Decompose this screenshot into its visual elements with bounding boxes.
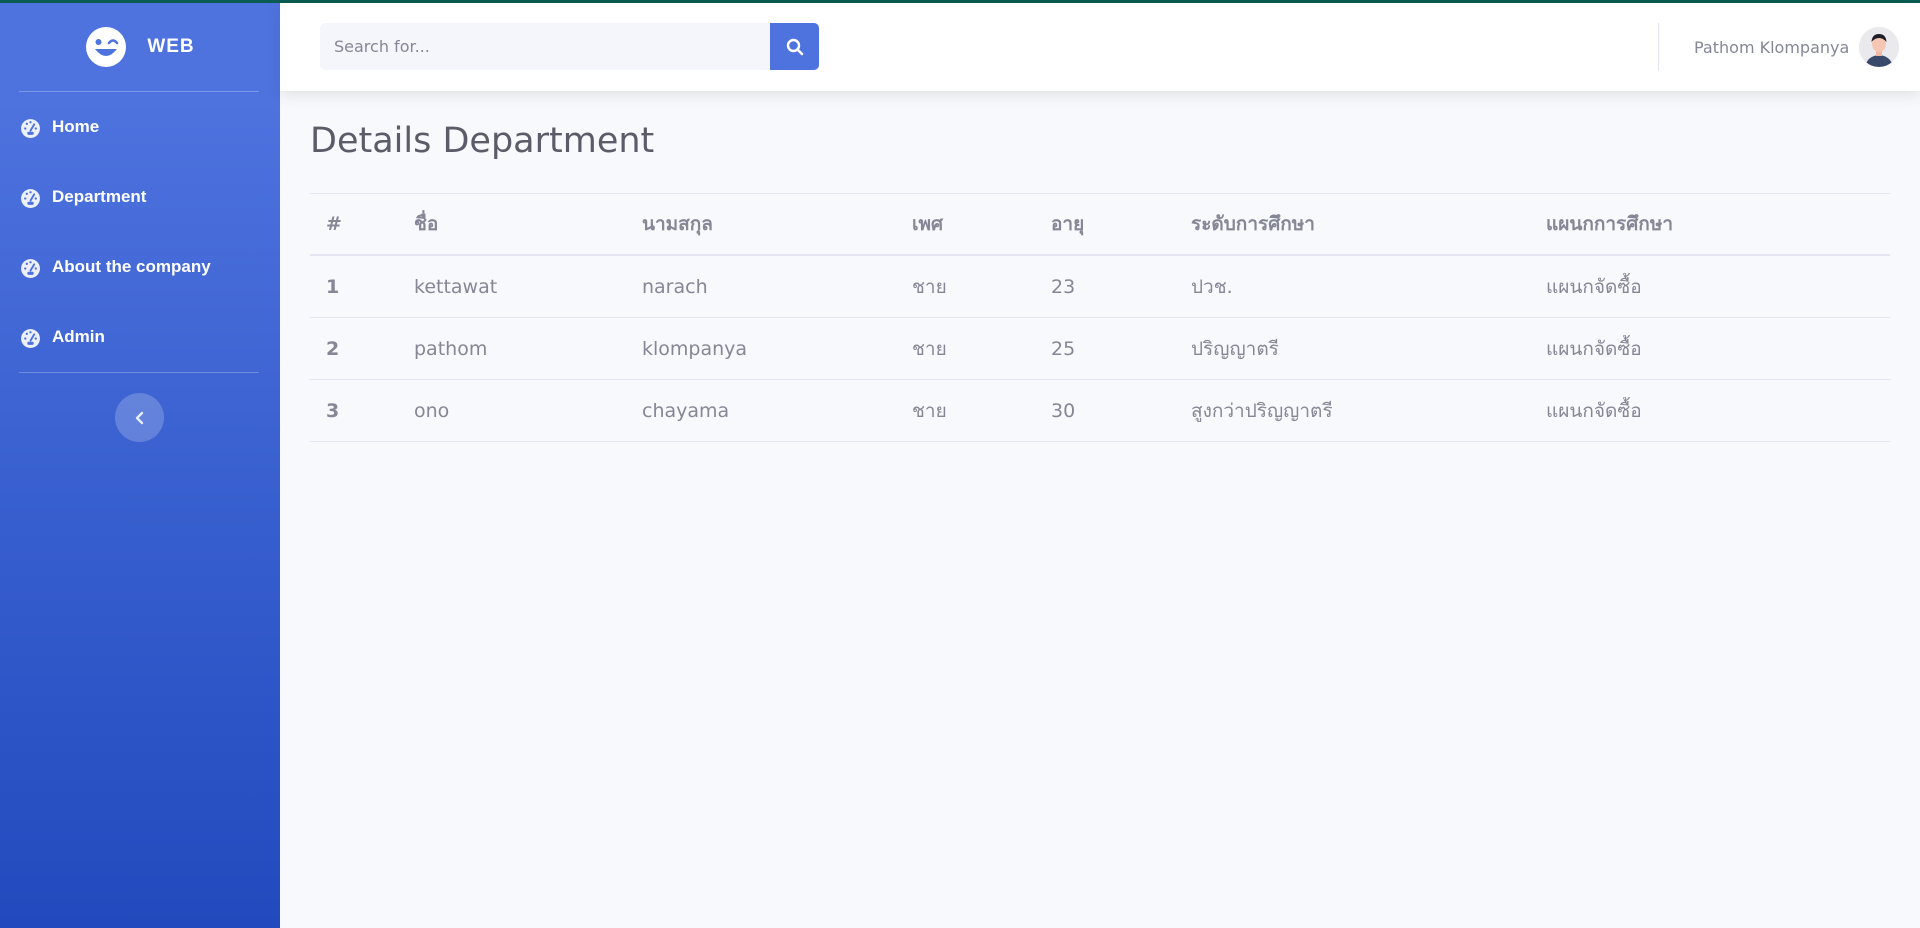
sidebar-item-label: Home bbox=[52, 117, 100, 136]
sidebar-divider bbox=[19, 91, 259, 92]
page-title: Details Department bbox=[310, 121, 655, 161]
sidebar-item-label: Department bbox=[52, 187, 147, 206]
table-cell: แผนกจัดซื้อ bbox=[1530, 317, 1890, 380]
table-cell: แผนกจัดซื้อ bbox=[1530, 255, 1890, 318]
user-menu[interactable]: Pathom Klompanya bbox=[1694, 27, 1900, 67]
sidebar-item-home[interactable]: Home bbox=[20, 112, 99, 142]
sidebar: WEB Home Department About the company Ad… bbox=[0, 3, 280, 928]
laugh-wink-icon bbox=[86, 27, 127, 67]
table-row: 1 kettawat narach ชาย 23 ปวช. แผนกจัดซื้… bbox=[310, 255, 1890, 318]
topbar: Pathom Klompanya bbox=[280, 3, 1920, 91]
user-name: Pathom Klompanya bbox=[1694, 37, 1850, 57]
column-header: แผนกการศึกษา bbox=[1530, 193, 1890, 256]
table-cell: 30 bbox=[1035, 379, 1175, 442]
column-header: อายุ bbox=[1035, 193, 1175, 256]
sidebar-item-admin[interactable]: Admin bbox=[20, 322, 105, 352]
sidebar-item-department[interactable]: Department bbox=[20, 182, 146, 212]
sidebar-brand[interactable]: WEB bbox=[0, 3, 280, 91]
main-content: Pathom Klompanya Details Department # ชื… bbox=[280, 3, 1920, 928]
table-cell: 2 bbox=[310, 317, 398, 380]
search-button[interactable] bbox=[770, 23, 819, 70]
tachometer-icon bbox=[21, 328, 40, 348]
table-cell: ชาย bbox=[896, 255, 1035, 318]
user-avatar-icon bbox=[1859, 27, 1900, 67]
tachometer-icon bbox=[21, 188, 40, 208]
table-cell: 25 bbox=[1035, 317, 1175, 380]
column-header: # bbox=[310, 193, 398, 256]
column-header: ชื่อ bbox=[398, 193, 626, 256]
chevron-left-icon bbox=[135, 411, 143, 424]
column-header: เพศ bbox=[896, 193, 1035, 256]
search-bar bbox=[320, 23, 820, 70]
table-cell: ชาย bbox=[896, 317, 1035, 380]
table-header-row: # ชื่อ นามสกุล เพศ อายุ ระดับการศึกษา แผ… bbox=[310, 193, 1890, 256]
tachometer-icon bbox=[21, 258, 40, 278]
table-cell: 3 bbox=[310, 379, 398, 442]
table-cell: ปวช. bbox=[1175, 255, 1530, 318]
table-cell: แผนกจัดซื้อ bbox=[1530, 379, 1890, 442]
brand-name: WEB bbox=[147, 36, 195, 57]
table-row: 3 ono chayama ชาย 30 สูงกว่าปริญญาตรี แผ… bbox=[310, 379, 1890, 442]
topbar-divider bbox=[1658, 23, 1659, 71]
table-row: 2 pathom klompanya ชาย 25 ปริญญาตรี แผนก… bbox=[310, 317, 1890, 380]
sidebar-item-about-company[interactable]: About the company bbox=[20, 252, 211, 282]
table-cell: klompanya bbox=[626, 317, 896, 380]
table-cell: ono bbox=[398, 379, 626, 442]
column-header: ระดับการศึกษา bbox=[1175, 193, 1530, 256]
table-cell: 23 bbox=[1035, 255, 1175, 318]
table-cell: ชาย bbox=[896, 379, 1035, 442]
table-cell: 1 bbox=[310, 255, 398, 318]
table-cell: narach bbox=[626, 255, 896, 318]
table-cell: ปริญญาตรี bbox=[1175, 317, 1530, 380]
table-cell: chayama bbox=[626, 379, 896, 442]
table-cell: kettawat bbox=[398, 255, 626, 318]
table-cell: สูงกว่าปริญญาตรี bbox=[1175, 379, 1530, 442]
sidebar-item-label: Admin bbox=[52, 327, 105, 346]
sidebar-toggle-button[interactable] bbox=[115, 393, 164, 442]
sidebar-item-label: About the company bbox=[52, 257, 211, 276]
search-input[interactable] bbox=[320, 23, 770, 70]
table-cell: pathom bbox=[398, 317, 626, 380]
department-table: # ชื่อ นามสกุล เพศ อายุ ระดับการศึกษา แผ… bbox=[310, 193, 1890, 442]
search-icon bbox=[786, 38, 803, 55]
avatar[interactable] bbox=[1859, 27, 1900, 67]
column-header: นามสกุล bbox=[626, 193, 896, 256]
tachometer-icon bbox=[21, 118, 40, 138]
sidebar-divider bbox=[19, 372, 259, 373]
